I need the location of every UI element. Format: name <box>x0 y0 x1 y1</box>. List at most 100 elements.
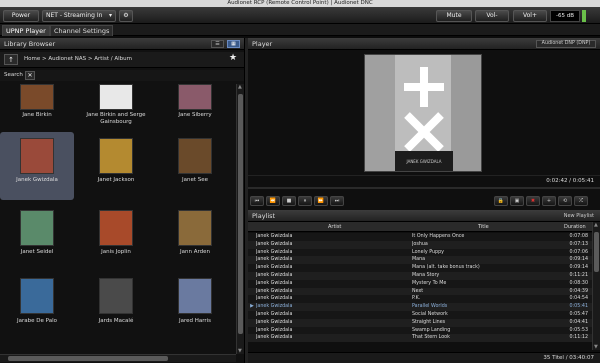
breadcrumb-artist-album[interactable]: Artist / Album <box>94 56 132 62</box>
playlist-row[interactable]: Janek Gwizdala Mana 0:09:14 <box>248 256 592 265</box>
favorites-star-icon[interactable]: ★ <box>229 53 237 63</box>
playlist-total: 35 Titel / 03:40:07 <box>543 355 594 361</box>
plus-icon: + <box>546 198 552 204</box>
library-scrollbar[interactable]: ▲ ▼ <box>236 84 244 354</box>
playlist-artist: Janek Gwizdala <box>256 241 293 247</box>
playlist-row[interactable]: Janek Gwizdala It Only Happens Once 0:07:0… <box>248 233 592 241</box>
scroll-down-icon[interactable]: ▼ <box>238 348 242 354</box>
source-select-label: NET - Streaming In <box>46 12 103 19</box>
artist-grid: Jane Birkin Jane Birkin and Serge Gainsb… <box>0 84 232 344</box>
row-indicator <box>248 288 256 296</box>
album-cover <box>178 84 212 110</box>
col-duration[interactable]: Duration <box>564 224 586 230</box>
stop-icon: ■ <box>286 198 292 204</box>
forward-button[interactable]: ⏩ <box>314 196 328 206</box>
volume-up-button[interactable]: Vol+ <box>513 10 547 22</box>
tab-channel-settings[interactable]: Channel Settings <box>50 25 114 36</box>
grid-view-button[interactable]: ▦ <box>227 40 240 48</box>
settings-gear-button[interactable]: ⚙ <box>119 10 133 22</box>
now-playing-icon: ▶ <box>250 304 254 310</box>
playlist-row[interactable]: Janek Gwizdala Social Network 0:05:47 <box>248 310 592 319</box>
scrollbar-thumb[interactable] <box>238 94 243 334</box>
artist-tile-jared-harris[interactable]: Jared Harris <box>158 274 232 344</box>
save-playlist-button[interactable]: ▣ <box>510 196 524 206</box>
playlist-title-cell: That Stern Look <box>412 335 450 341</box>
playlist-title-cell: Straight Lines <box>412 319 446 325</box>
rewind-button[interactable]: ⏪ <box>266 196 280 206</box>
col-artist[interactable]: Artist <box>328 224 341 230</box>
artist-tile-jards-macale[interactable]: Jards Macalé <box>79 274 153 344</box>
scrollbar-thumb[interactable] <box>594 232 599 272</box>
playlist-title-cell: Swamp Landing <box>412 327 451 333</box>
artist-tile-janis-joplin[interactable]: Janis Joplin <box>79 204 153 274</box>
skip-forward-button[interactable]: ⏭ <box>330 196 344 206</box>
lock-button[interactable]: 🔒 <box>494 196 508 206</box>
mute-button[interactable]: Mute <box>436 10 472 22</box>
playlist-duration: 0:09:14 <box>569 257 589 263</box>
chevron-down-icon: ▾ <box>108 12 112 19</box>
hscrollbar-thumb[interactable] <box>8 356 168 361</box>
playlist-scrollbar[interactable]: ▲ ▼ <box>592 222 600 350</box>
remove-button[interactable]: ✖ <box>526 196 540 206</box>
playlist-row[interactable]: Janek Gwizdala Next 0:04:39 <box>248 287 592 296</box>
playlist-row[interactable]: Janek Gwizdala Mana Story 0:11:21 <box>248 271 592 280</box>
col-title[interactable]: Title <box>478 224 489 230</box>
source-select[interactable]: NET - Streaming In ▾ <box>42 10 116 22</box>
row-indicator <box>248 249 256 257</box>
playlist-artist: Janek Gwizdala <box>256 296 293 302</box>
tab-upnp-player[interactable]: UPNP Player <box>2 25 50 36</box>
new-playlist-link[interactable]: New Playlist <box>564 213 594 219</box>
playlist-row[interactable]: ▶ Janek Gwizdala Parallel Worlds 0:05:41 <box>248 303 592 311</box>
breadcrumb-home[interactable]: Home <box>24 56 40 62</box>
skip-back-button[interactable]: ⏮ <box>250 196 264 206</box>
playlist-row[interactable]: Janek Gwizdala Mystery To Me 0:08:30 <box>248 279 592 288</box>
playlist-title-cell: Lonely Puppy <box>412 249 444 255</box>
device-select[interactable]: Audionet DNP (DNP) <box>536 40 596 48</box>
playlist-row[interactable]: Janek Gwizdala Lonely Puppy 0:07:06 <box>248 248 592 257</box>
scroll-up-icon[interactable]: ▲ <box>238 84 242 90</box>
add-button[interactable]: + <box>542 196 556 206</box>
artist-tile-janek-gwizdala[interactable]: Janek Gwizdala <box>0 132 74 200</box>
scroll-down-icon[interactable]: ▼ <box>594 344 598 350</box>
playlist-duration: 0:07:06 <box>569 249 589 255</box>
playlist-title-cell: It Only Happens Once <box>412 234 465 239</box>
playlist-duration: 0:05:47 <box>569 311 589 317</box>
library-hscrollbar[interactable] <box>0 354 236 362</box>
stop-button[interactable]: ■ <box>282 196 296 206</box>
playlist-artist: Janek Gwizdala <box>256 234 293 239</box>
repeat-button[interactable]: ⟲ <box>558 196 572 206</box>
artist-tile-janet-see[interactable]: Janet See <box>158 132 232 202</box>
volume-level-indicator <box>582 10 586 22</box>
album-cover <box>99 138 133 174</box>
playlist-title-cell: Mana <box>412 257 426 263</box>
playlist-row[interactable]: Janek Gwizdala P.K. 0:04:54 <box>248 295 592 304</box>
playlist-row[interactable]: Janek Gwizdala Mana (alt. take bonus trac… <box>248 264 592 272</box>
up-button[interactable]: ↑ <box>4 54 18 65</box>
scroll-up-icon[interactable]: ▲ <box>594 222 598 228</box>
progress-bar[interactable] <box>248 187 600 189</box>
clear-search-button[interactable]: ✕ <box>25 71 35 80</box>
playlist-row[interactable]: Janek Gwizdala Swamp Landing 0:05:53 <box>248 326 592 335</box>
artist-tile-janet-jackson[interactable]: Janet Jackson <box>79 132 153 202</box>
breadcrumb-nas[interactable]: Audionet NAS <box>48 56 86 62</box>
playlist-row[interactable]: Janek Gwizdala Joshua 0:07:13 <box>248 240 592 249</box>
breadcrumb: Home > Audionet NAS > Artist / Album <box>24 56 132 62</box>
playlist-row[interactable]: Janek Gwizdala That Stern Look 0:11:12 <box>248 334 592 343</box>
artist-name: Janek Gwizdala <box>16 177 58 183</box>
playlist-row[interactable]: Janek Gwizdala Straight Lines 0:04:41 <box>248 318 592 327</box>
pause-button[interactable]: ⏸ <box>298 196 312 206</box>
artist-tile-janet-seidel[interactable]: Janet Seidel <box>0 204 74 274</box>
shuffle-button[interactable]: ⤮ <box>574 196 588 206</box>
close-icon: ✕ <box>27 72 33 79</box>
row-indicator <box>248 295 256 303</box>
volume-display: -65 dB <box>550 10 580 22</box>
row-indicator <box>248 256 256 264</box>
playlist-artist: Janek Gwizdala <box>256 304 293 310</box>
playlist-footer: 35 Titel / 03:40:07 <box>248 352 600 363</box>
power-button[interactable]: Power <box>3 10 39 22</box>
list-view-button[interactable]: ☰ <box>211 40 224 48</box>
artist-tile-jarabe-de-palo[interactable]: Jarabe De Palo <box>0 274 74 344</box>
playlist-duration: 0:04:41 <box>569 319 589 325</box>
volume-down-button[interactable]: Vol- <box>475 10 509 22</box>
artist-tile-jann-arden[interactable]: Jann Arden <box>158 204 232 274</box>
